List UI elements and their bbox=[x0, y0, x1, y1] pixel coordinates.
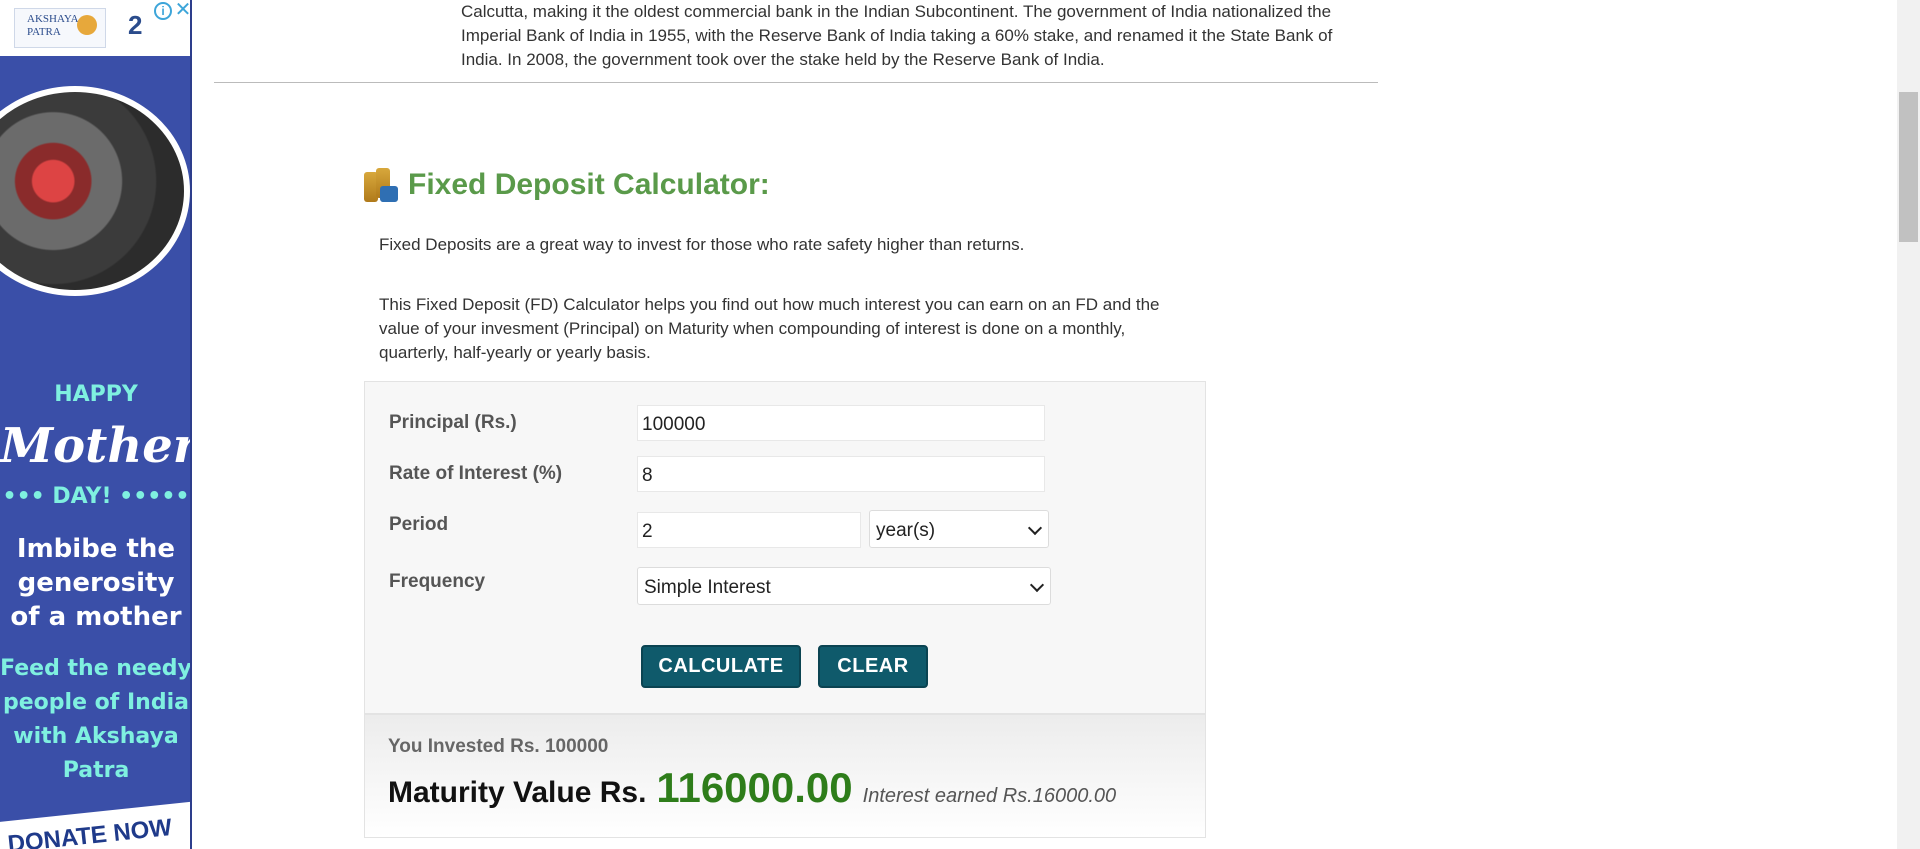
info-icon[interactable]: i bbox=[154, 2, 172, 20]
donate-now-button[interactable]: DONATE NOW bbox=[0, 801, 190, 849]
section-divider bbox=[214, 82, 1378, 83]
close-icon[interactable]: ✕ bbox=[174, 0, 190, 22]
rate-input[interactable]: 8 bbox=[637, 456, 1045, 492]
period-input[interactable]: 2 bbox=[637, 512, 861, 548]
frequency-label: Frequency bbox=[389, 571, 486, 592]
scrollbar-thumb[interactable] bbox=[1899, 92, 1918, 242]
clear-button[interactable]: CLEAR bbox=[818, 645, 928, 688]
calculator-title: Fixed Deposit Calculator: bbox=[408, 168, 770, 201]
period-unit-select[interactable]: year(s) bbox=[869, 510, 1049, 548]
period-unit-value: year(s) bbox=[876, 520, 936, 541]
chevron-down-icon bbox=[1027, 520, 1043, 536]
coins-icon bbox=[362, 166, 398, 204]
frequency-value: Simple Interest bbox=[644, 577, 771, 598]
calculate-button[interactable]: CALCULATE bbox=[641, 645, 801, 688]
period-label: Period bbox=[389, 514, 449, 535]
ad-imbibe-text: Imbibe the generosity of a mother bbox=[10, 534, 182, 632]
maturity-line: Maturity Value Rs. 116000.00 Interest ea… bbox=[388, 764, 1116, 812]
ad-mothers-text: Mother's bbox=[0, 418, 190, 474]
ad-controls: i ✕ bbox=[152, 0, 190, 22]
invested-amount: You Invested Rs. 100000 bbox=[388, 736, 609, 757]
maturity-label: Maturity Value Rs. bbox=[388, 776, 647, 809]
akshaya-patra-logo: AKSHAYA PATRA bbox=[14, 8, 106, 48]
logo-text: AKSHAYA PATRA bbox=[27, 13, 78, 38]
logo-emblem bbox=[77, 15, 97, 35]
interest-earned: Interest earned Rs.16000.00 bbox=[862, 785, 1117, 807]
principal-input[interactable]: 100000 bbox=[637, 405, 1045, 441]
calculator-intro-text: Fixed Deposits are a great way to invest… bbox=[379, 235, 1025, 254]
principal-label: Principal (Rs.) bbox=[389, 412, 517, 433]
calculator-description-text: This Fixed Deposit (FD) Calculator helps… bbox=[379, 295, 1160, 362]
rate-label: Rate of Interest (%) bbox=[389, 463, 563, 484]
chevron-down-icon bbox=[1029, 577, 1045, 593]
frequency-select[interactable]: Simple Interest bbox=[637, 567, 1051, 605]
ad-feed-text: Feed the needy people of India with Aksh… bbox=[0, 656, 192, 783]
bank-history-text: Calcutta, making it the oldest commercia… bbox=[461, 2, 1333, 69]
ad-happy-text: HAPPY bbox=[54, 382, 138, 407]
ad-photo bbox=[0, 86, 190, 296]
ad-day-text: ••• DAY! ••••• bbox=[2, 484, 190, 509]
maturity-value: 116000.00 bbox=[656, 764, 853, 811]
calculator-header: Fixed Deposit Calculator: bbox=[362, 166, 770, 204]
advertisement-banner[interactable]: AKSHAYA PATRA 2 i ✕ HAPPY Mother's ••• D… bbox=[0, 0, 192, 849]
